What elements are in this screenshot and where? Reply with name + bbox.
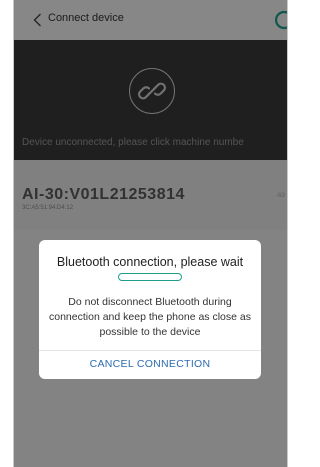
phone-screen: Connect device Device unconnected, pleas… bbox=[13, 0, 288, 467]
connection-progress-bar bbox=[118, 273, 182, 281]
dialog-message: Do not disconnect Bluetooth during conne… bbox=[49, 296, 251, 338]
connecting-dialog: Bluetooth connection, please wait Do not… bbox=[39, 240, 261, 379]
cancel-connection-button[interactable]: CANCEL CONNECTION bbox=[39, 351, 261, 379]
dialog-title: Bluetooth connection, please wait bbox=[56, 255, 244, 269]
modal-overlay bbox=[14, 0, 287, 467]
